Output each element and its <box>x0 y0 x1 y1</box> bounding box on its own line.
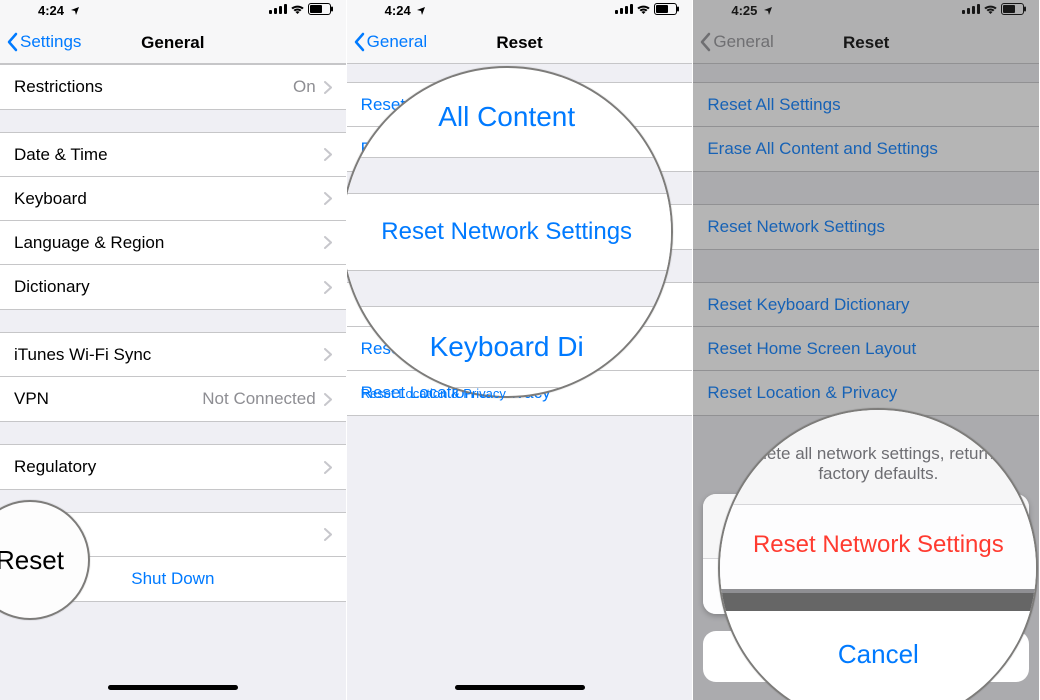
status-right <box>962 3 1027 15</box>
chevron-right-icon <box>324 281 332 294</box>
row-shutdown[interactable]: Shut Down <box>0 557 346 601</box>
sheet-message: This will delete all network settings, r… <box>703 494 1029 559</box>
row-label: Language & Region <box>14 233 164 253</box>
battery-icon <box>308 3 334 15</box>
battery-icon <box>1001 3 1027 15</box>
sheet-cancel-button[interactable]: Cancel <box>703 631 1029 682</box>
status-bar: 4:25 <box>693 0 1039 22</box>
wifi-icon <box>636 4 651 15</box>
chevron-right-icon <box>324 348 332 361</box>
chevron-right-icon <box>324 148 332 161</box>
row-label: iTunes Wi-Fi Sync <box>14 345 151 365</box>
row-itunes-sync[interactable]: iTunes Wi-Fi Sync <box>0 333 346 377</box>
battery-icon <box>654 3 680 15</box>
row-label: Dictionary <box>14 277 90 297</box>
status-right <box>615 3 680 15</box>
chevron-right-icon <box>324 81 332 94</box>
row-label: Shut Down <box>131 569 214 589</box>
row-label: Date & Time <box>14 145 108 165</box>
row-reset-network[interactable]: Reset Network Settings <box>693 205 1039 249</box>
sheet-confirm-button[interactable]: Reset Network Settings <box>703 559 1029 614</box>
row-label: Reset Network Settings <box>707 217 885 237</box>
row-label: VPN <box>14 389 49 409</box>
row-reset-all[interactable]: Reset All Settings <box>347 83 693 127</box>
row-keyboard[interactable]: Keyboard <box>0 177 346 221</box>
row-reset-network[interactable]: Reset Network Settings <box>347 205 693 249</box>
row-label: Reset All Settings <box>707 95 840 115</box>
signal-icon <box>615 4 633 14</box>
row-label: Erase All Content and Settings <box>361 139 592 159</box>
row-label: Reset Location & Privacy <box>707 383 897 403</box>
row-reset-keyboard[interactable]: Reset Keyboard Dictionary <box>693 283 1039 327</box>
settings-list: Restrictions On Date & Time Keyboard Lan… <box>0 64 346 602</box>
row-label: Reset All Settings <box>361 95 494 115</box>
reset-list: Reset All Settings Erase All Content and… <box>693 64 1039 416</box>
status-time-text: 4:25 <box>731 3 757 18</box>
nav-bar: General Reset <box>693 22 1039 64</box>
nav-title: Reset <box>693 33 1039 53</box>
row-label: Reset Network Settings <box>361 217 539 237</box>
phone-reset-screen: 4:24 General Reset Reset All Settings Er… <box>347 0 694 700</box>
row-restrictions[interactable]: Restrictions On <box>0 65 346 109</box>
status-bar: 4:24 <box>0 0 346 22</box>
chevron-right-icon <box>324 236 332 249</box>
row-datetime[interactable]: Date & Time <box>0 133 346 177</box>
row-reset-all[interactable]: Reset All Settings <box>693 83 1039 127</box>
mag-message: delete all network settings, return to f… <box>720 410 1036 505</box>
home-indicator[interactable] <box>455 685 585 690</box>
action-sheet: This will delete all network settings, r… <box>703 494 1029 614</box>
chevron-right-icon <box>324 192 332 205</box>
row-label: Reset Keyboard Dictionary <box>361 295 563 315</box>
visible-reset-location: Reset Location & Privacy <box>347 386 506 401</box>
row-erase-all[interactable]: Erase All Content and Settings <box>693 127 1039 171</box>
location-icon <box>70 6 80 16</box>
wifi-icon <box>290 4 305 15</box>
nav-bar: Settings General <box>0 22 346 64</box>
status-bar: 4:24 <box>347 0 693 22</box>
nav-bar: General Reset <box>347 22 693 64</box>
status-right <box>269 3 334 15</box>
row-reset-keyboard[interactable]: Reset Keyboard Dictionary <box>347 283 693 327</box>
status-time-text: 4:24 <box>38 3 64 18</box>
row-detail: On <box>293 77 316 97</box>
row-label: Restrictions <box>14 77 103 97</box>
phone-confirm-screen: 4:25 General Reset Reset All Settings Er… <box>693 0 1040 700</box>
home-indicator[interactable] <box>108 685 238 690</box>
row-label: Reset Home Screen Layout <box>707 339 916 359</box>
row-vpn[interactable]: VPN Not Connected <box>0 377 346 421</box>
chevron-right-icon <box>324 528 332 541</box>
row-label: Erase All Content and Settings <box>707 139 938 159</box>
signal-icon <box>962 4 980 14</box>
signal-icon <box>269 4 287 14</box>
reset-list: Reset All Settings Erase All Content and… <box>347 64 693 666</box>
row-detail: Not Connected <box>202 389 315 409</box>
row-erase-all[interactable]: Erase All Content and Settings <box>347 127 693 171</box>
location-icon <box>763 6 773 16</box>
row-reset-home[interactable]: Reset Home Screen Layout <box>347 327 693 371</box>
row-language-region[interactable]: Language & Region <box>0 221 346 265</box>
row-label: Regulatory <box>14 457 96 477</box>
row-label: Reset Keyboard Dictionary <box>707 295 909 315</box>
wifi-icon <box>983 4 998 15</box>
phone-general-screen: 4:24 Settings General Restrictions On Da <box>0 0 347 700</box>
status-time: 4:25 <box>731 3 773 18</box>
row-reset[interactable]: Reset <box>0 513 346 557</box>
nav-title: General <box>0 33 346 53</box>
status-time: 4:24 <box>38 3 80 18</box>
row-dictionary[interactable]: Dictionary <box>0 265 346 309</box>
status-time-text: 4:24 <box>385 3 411 18</box>
row-regulatory[interactable]: Regulatory <box>0 445 346 489</box>
status-time: 4:24 <box>385 3 427 18</box>
row-label: Reset Home Screen Layout <box>361 339 570 359</box>
chevron-right-icon <box>324 461 332 474</box>
row-reset-home[interactable]: Reset Home Screen Layout <box>693 327 1039 371</box>
row-label: Reset <box>14 525 58 545</box>
location-icon <box>416 6 426 16</box>
row-label: Keyboard <box>14 189 87 209</box>
chevron-right-icon <box>324 393 332 406</box>
row-reset-location[interactable]: Reset Location & Privacy <box>693 371 1039 415</box>
nav-title: Reset <box>347 33 693 53</box>
